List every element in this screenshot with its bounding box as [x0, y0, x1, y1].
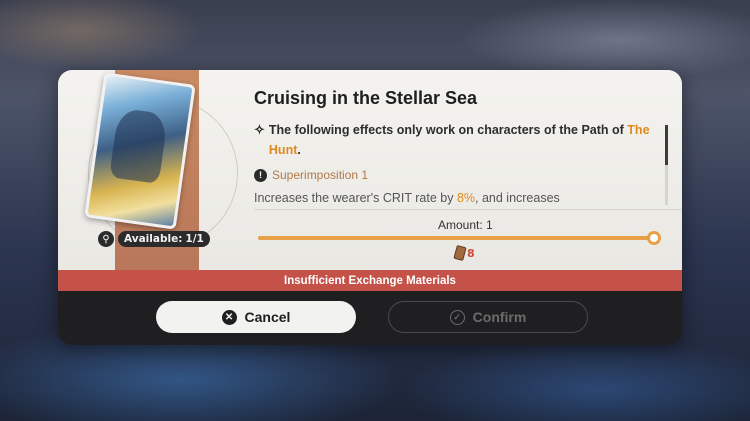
availability-label: Available: — [124, 233, 183, 245]
exchange-dialog: ⚲ Available: 1/1 Cruising in the Stellar… — [58, 70, 682, 345]
description-scrollbar[interactable] — [665, 125, 668, 205]
amount-row: Amount: 1 — [438, 218, 493, 232]
availability-value: 1/1 — [185, 233, 204, 245]
cost-display: 8 — [453, 244, 475, 262]
divider — [254, 209, 682, 210]
ticket-icon — [453, 244, 467, 262]
hunt-path-icon: ✧ — [254, 122, 265, 137]
amount-slider[interactable] — [258, 231, 661, 245]
cancel-button[interactable]: ✕ Cancel — [156, 301, 356, 333]
availability-row: ⚲ Available: 1/1 — [98, 230, 210, 248]
path-requirement-suffix: . — [297, 143, 301, 157]
effect-prefix: Increases the wearer's CRIT rate by — [254, 191, 457, 205]
warning-banner: Insufficient Exchange Materials — [58, 270, 682, 291]
amount-value: 1 — [486, 218, 493, 232]
check-icon: ✓ — [449, 309, 465, 325]
item-title: Cruising in the Stellar Sea — [254, 88, 478, 108]
slider-fill — [258, 236, 654, 240]
path-requirement-text: The following effects only work on chara… — [269, 120, 654, 160]
superimposition-label: Superimposition 1 — [272, 168, 369, 182]
effect-value: 8% — [456, 191, 476, 205]
search-icon[interactable]: ⚲ — [98, 231, 114, 247]
dialog-top-panel: ⚲ Available: 1/1 Cruising in the Stellar… — [58, 70, 682, 270]
cost-value: 8 — [467, 246, 475, 260]
amount-label: Amount: — [438, 218, 483, 232]
scrollbar-thumb[interactable] — [665, 125, 668, 165]
x-icon: ✕ — [221, 309, 237, 325]
superimposition-row: ! Superimposition 1 — [254, 165, 654, 185]
confirm-label: Confirm — [472, 309, 527, 325]
dialog-button-bar: ✕ Cancel ✓ Confirm — [58, 291, 682, 345]
confirm-button[interactable]: ✓ Confirm — [388, 301, 588, 333]
effect-text: Increases the wearer's CRIT rate by 8%, … — [254, 188, 654, 208]
availability-badge: Available: 1/1 — [118, 231, 210, 247]
effect-suffix: , and increases — [475, 191, 560, 205]
slider-knob[interactable] — [647, 231, 661, 245]
cancel-label: Cancel — [244, 309, 291, 325]
path-requirement-prefix: The following effects only work on chara… — [268, 123, 628, 137]
path-requirement: ✧ The following effects only work on cha… — [254, 120, 654, 160]
item-description[interactable]: ✧ The following effects only work on cha… — [254, 120, 654, 208]
info-icon: ! — [254, 168, 267, 182]
